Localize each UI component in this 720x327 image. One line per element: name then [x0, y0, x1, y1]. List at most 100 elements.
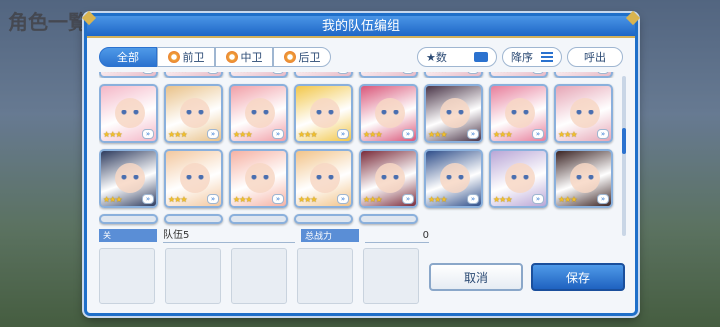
character-eyes [511, 110, 529, 115]
total-power-value: 0 [365, 229, 429, 243]
scroll-thumb[interactable] [622, 128, 626, 154]
star-rating: ★★★ [233, 195, 252, 204]
character-eyes [576, 110, 594, 115]
team-slot-5[interactable] [363, 248, 419, 304]
sort-key-label: ★数 [426, 51, 447, 64]
star-rating: ★★★ [558, 130, 577, 139]
tab-front[interactable]: 前卫 [157, 47, 215, 67]
character-eyes [316, 175, 334, 180]
character-eyes [121, 175, 139, 180]
character-card[interactable]: ★★★ » [424, 72, 483, 78]
character-card[interactable]: ★★★ » [359, 84, 418, 143]
character-row: ★★★ » ★★★ » ★★★ » ★★★ » ★★★ » ★★★ » ★★★ » ★★★ » [99, 84, 621, 143]
star-rating: ★★★ [558, 195, 577, 204]
character-card[interactable] [164, 214, 223, 224]
tab-middle-label: 中卫 [240, 51, 263, 64]
character-card[interactable]: ★★★ » [99, 72, 158, 78]
team-slots [99, 248, 419, 304]
character-row: ★★★ » ★★★ » ★★★ » ★★★ » ★★★ » ★★★ » ★★★ » ★★★ » [99, 72, 621, 78]
middle-role-icon [225, 51, 238, 63]
character-row: ★★★ » ★★★ » ★★★ » ★★★ » ★★★ » ★★★ » ★★★ » ★★★ » [99, 149, 621, 208]
character-card[interactable]: ★★★ » [294, 149, 353, 208]
star-rating: ★★★ [168, 72, 187, 74]
star-rating: ★★★ [428, 130, 447, 139]
character-card[interactable]: ★★★ » [359, 72, 418, 78]
sort-order-label: 降序 [511, 51, 533, 64]
rank-arrow-icon: » [207, 72, 219, 74]
rank-arrow-icon: » [272, 194, 284, 204]
team-info-bar: 关 队伍5 总战力 0 [99, 229, 429, 243]
dialog-title: 我的队伍编组 [87, 16, 635, 38]
rank-arrow-icon: » [272, 72, 284, 74]
character-eyes [446, 175, 464, 180]
character-card[interactable]: ★★★ » [489, 84, 548, 143]
star-rating: ★★★ [363, 195, 382, 204]
character-eyes [251, 110, 269, 115]
star-rating: ★★★ [298, 130, 317, 139]
character-card[interactable]: ★★★ » [424, 149, 483, 208]
character-card[interactable]: ★★★ » [554, 72, 613, 78]
character-card[interactable]: ★★★ » [164, 84, 223, 143]
rank-arrow-icon: » [142, 72, 154, 74]
grid-scrollbar[interactable] [622, 76, 626, 236]
back-role-icon [283, 51, 296, 63]
rank-arrow-icon: » [207, 129, 219, 139]
character-card[interactable]: ★★★ » [554, 84, 613, 143]
rank-arrow-icon: » [142, 129, 154, 139]
character-card[interactable]: ★★★ » [229, 149, 288, 208]
character-card[interactable]: ★★★ » [554, 149, 613, 208]
character-card[interactable]: ★★★ » [164, 149, 223, 208]
team-slot-1[interactable] [99, 248, 155, 304]
character-card[interactable] [99, 214, 158, 224]
callout-button[interactable]: 呼出 [567, 47, 623, 67]
rank-arrow-icon: » [467, 194, 479, 204]
sort-order-button[interactable]: 降序 [502, 47, 562, 67]
team-slot-3[interactable] [231, 248, 287, 304]
rank-arrow-icon: » [597, 194, 609, 204]
character-eyes [446, 110, 464, 115]
character-eyes [186, 110, 204, 115]
character-eyes [316, 110, 334, 115]
sort-order-icon [541, 52, 553, 62]
character-row-partial-bottom [99, 214, 621, 224]
character-card[interactable]: ★★★ » [294, 72, 353, 78]
save-button[interactable]: 保存 [531, 263, 625, 291]
character-card[interactable]: ★★★ » [489, 72, 548, 78]
tab-middle[interactable]: 中卫 [215, 47, 273, 67]
team-slot-2[interactable] [165, 248, 221, 304]
character-card[interactable]: ★★★ » [489, 149, 548, 208]
rank-arrow-icon: » [402, 129, 414, 139]
star-rating: ★★★ [428, 72, 447, 74]
character-eyes [186, 175, 204, 180]
character-card[interactable]: ★★★ » [164, 72, 223, 78]
rank-arrow-icon: » [532, 194, 544, 204]
team-name[interactable]: 队伍5 [163, 229, 295, 243]
character-eyes [121, 110, 139, 115]
tab-all[interactable]: 全部 [99, 47, 157, 67]
team-slot-4[interactable] [297, 248, 353, 304]
character-card[interactable] [294, 214, 353, 224]
character-card[interactable]: ★★★ » [359, 149, 418, 208]
character-card[interactable] [229, 214, 288, 224]
character-eyes [381, 110, 399, 115]
rank-arrow-icon: » [597, 129, 609, 139]
rank-arrow-icon: » [272, 129, 284, 139]
sort-key-button[interactable]: ★数 [417, 47, 497, 67]
rank-arrow-icon: » [532, 129, 544, 139]
rank-arrow-icon: » [402, 194, 414, 204]
character-card[interactable]: ★★★ » [99, 84, 158, 143]
star-rating: ★★★ [493, 195, 512, 204]
character-card[interactable] [359, 214, 418, 224]
character-card[interactable]: ★★★ » [294, 84, 353, 143]
character-eyes [511, 175, 529, 180]
character-card[interactable]: ★★★ » [99, 149, 158, 208]
character-card[interactable]: ★★★ » [229, 84, 288, 143]
rank-arrow-icon: » [337, 194, 349, 204]
rank-arrow-icon: » [597, 72, 609, 74]
character-card[interactable]: ★★★ » [229, 72, 288, 78]
cancel-button[interactable]: 取消 [429, 263, 523, 291]
tab-back[interactable]: 后卫 [273, 47, 331, 67]
star-rating: ★★★ [363, 130, 382, 139]
team-tag: 关 [99, 229, 157, 242]
character-card[interactable]: ★★★ » [424, 84, 483, 143]
